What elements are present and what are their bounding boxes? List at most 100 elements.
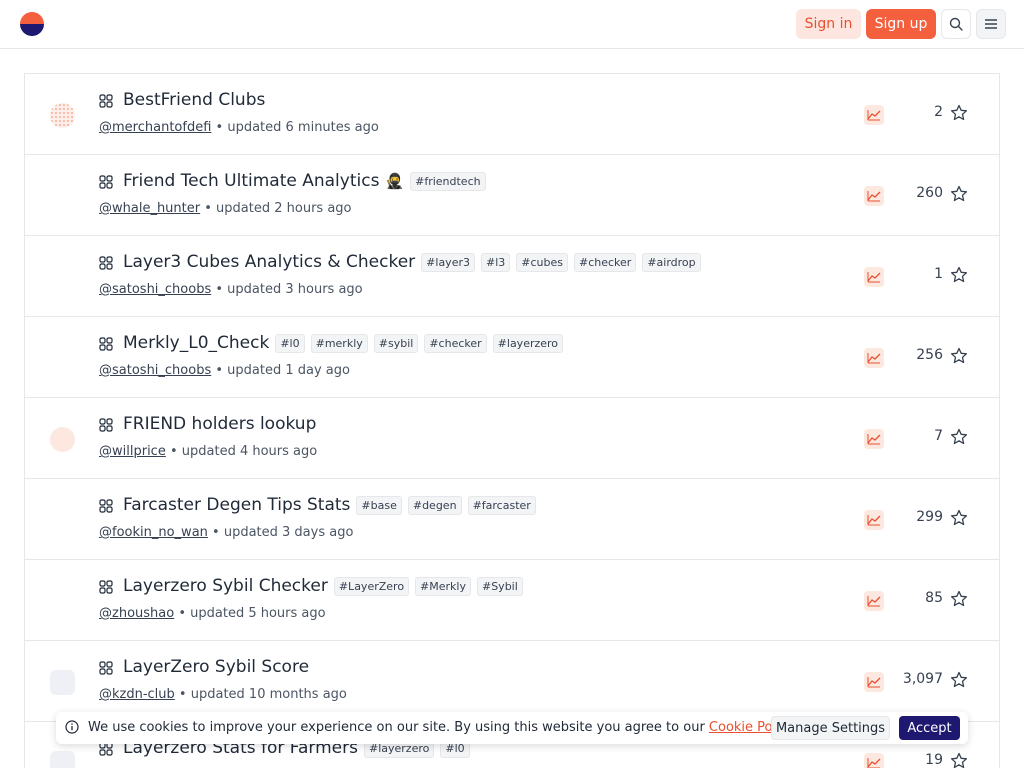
updated-time: • updated 3 days ago [207, 525, 354, 540]
tag-badge[interactable]: #checker [424, 333, 487, 353]
chart-button[interactable] [864, 591, 884, 611]
chart-button[interactable] [864, 105, 884, 125]
updated-time: • updated 3 hours ago [211, 282, 363, 297]
tag-badge[interactable]: #Merkly [415, 576, 471, 596]
dashboard-icon [99, 661, 113, 675]
updated-time: • updated 1 day ago [211, 363, 350, 378]
dashboard-title[interactable]: Farcaster Degen Tips Stats [123, 495, 350, 515]
dashboard-icon [99, 175, 113, 189]
updated-time: • updated 5 hours ago [174, 606, 326, 621]
trend-chart-icon [867, 353, 881, 364]
author-link[interactable]: @merchantofdefi [99, 120, 211, 135]
star-icon[interactable] [950, 347, 968, 365]
dashboard-title[interactable]: Friend Tech Ultimate Analytics [123, 171, 379, 191]
sign-in-button[interactable]: Sign in [796, 9, 861, 39]
dashboard-row[interactable]: Layerzero Sybil Checker #LayerZero #Merkly… [25, 560, 999, 641]
tag-badge[interactable]: #LayerZero [333, 576, 410, 596]
star-icon[interactable] [950, 185, 968, 203]
cookie-text: We use cookies to improve your experienc… [88, 720, 797, 735]
accept-cookies-button[interactable]: Accept [899, 716, 960, 740]
chart-button[interactable] [864, 672, 884, 692]
chart-button[interactable] [864, 267, 884, 287]
owner-avatar[interactable] [50, 103, 75, 128]
dashboard-row[interactable]: BestFriend Clubs @merchantofdefi • update… [25, 74, 999, 155]
owner-avatar[interactable] [50, 751, 75, 768]
row-meta: @kzdn-club • updated 10 months ago [99, 687, 347, 702]
dashboard-title[interactable]: Layer3 Cubes Analytics & Checker [123, 252, 415, 272]
title-line: FRIEND holders lookup [123, 412, 316, 436]
cookie-message: We use cookies to improve your experienc… [88, 720, 709, 735]
star-icon[interactable] [950, 752, 968, 768]
author-link[interactable]: @whale_hunter [99, 201, 200, 216]
owner-avatar[interactable] [50, 427, 75, 452]
search-button[interactable] [941, 9, 971, 39]
tag-badge[interactable]: #farcaster [467, 495, 536, 515]
author-link[interactable]: @willprice [99, 444, 166, 459]
star-icon[interactable] [950, 104, 968, 122]
title-line: LayerZero Sybil Score [123, 655, 309, 679]
trend-chart-icon [867, 272, 881, 283]
dashboard-icon [99, 580, 113, 594]
tag-badge[interactable]: #base [356, 495, 402, 515]
trend-chart-icon [867, 758, 881, 768]
star-count: 256 [916, 347, 943, 363]
cookie-banner: We use cookies to improve your experienc… [56, 712, 968, 744]
dashboard-title[interactable]: LayerZero Sybil Score [123, 657, 309, 677]
dashboard-row[interactable]: FRIEND holders lookup @willprice • update… [25, 398, 999, 479]
star-icon[interactable] [950, 509, 968, 527]
chart-button[interactable] [864, 348, 884, 368]
logo-bottom-half [20, 24, 44, 36]
tag-badge[interactable]: #airdrop [642, 252, 701, 272]
dashboard-title[interactable]: Layerzero Sybil Checker [123, 576, 328, 596]
trend-chart-icon [867, 515, 881, 526]
star-icon[interactable] [950, 266, 968, 284]
tag-badge[interactable]: #sybil [373, 333, 419, 353]
star-icon[interactable] [950, 428, 968, 446]
author-link[interactable]: @fookin_no_wan [99, 525, 208, 540]
star-icon[interactable] [950, 671, 968, 689]
dashboard-row[interactable]: Farcaster Degen Tips Stats #base #degen #fa… [25, 479, 999, 560]
dashboard-row[interactable]: Layer3 Cubes Analytics & Checker #layer3 #… [25, 236, 999, 317]
manage-settings-button[interactable]: Manage Settings [771, 716, 890, 740]
updated-time: • updated 4 hours ago [165, 444, 318, 459]
dashboard-title[interactable]: FRIEND holders lookup [123, 414, 316, 434]
author-link[interactable]: @satoshi_choobs [99, 282, 211, 297]
tag-badge[interactable]: #l0 [275, 333, 305, 353]
dashboard-icon [99, 94, 113, 108]
owner-avatar[interactable] [50, 670, 75, 695]
chart-button[interactable] [864, 429, 884, 449]
row-meta: @merchantofdefi • updated 6 minutes ago [99, 120, 379, 135]
trend-chart-icon [867, 677, 881, 688]
chart-button[interactable] [864, 510, 884, 530]
search-icon [949, 17, 963, 31]
dashboard-row[interactable]: Friend Tech Ultimate Analytics 🥷 #friendte… [25, 155, 999, 236]
star-icon[interactable] [950, 590, 968, 608]
dashboard-row[interactable]: Merkly_L0_Check #l0 #merkly #sybil #checker #… [25, 317, 999, 398]
tag-badge[interactable]: #degen [407, 495, 462, 515]
row-meta: @zhoushao • updated 5 hours ago [99, 606, 326, 621]
title-line: Merkly_L0_Check #l0 #merkly #sybil #checker #… [123, 331, 564, 355]
tag-badge[interactable]: #checker [573, 252, 637, 272]
trend-chart-icon [867, 110, 881, 121]
tag-badge[interactable]: #Sybil [476, 576, 523, 596]
chart-button[interactable] [864, 186, 884, 206]
author-link[interactable]: @kzdn-club [99, 687, 175, 702]
tag-badge[interactable]: #merkly [310, 333, 368, 353]
row-meta: @satoshi_choobs • updated 1 day ago [99, 363, 350, 378]
menu-button[interactable] [976, 9, 1006, 39]
author-link[interactable]: @zhoushao [99, 606, 174, 621]
logo[interactable] [20, 12, 44, 36]
tag-badge[interactable]: #layer3 [421, 252, 475, 272]
dashboard-row[interactable]: LayerZero Sybil Score @kzdn-club • update… [25, 641, 999, 722]
tag-badge[interactable]: #layerzero [492, 333, 564, 353]
author-link[interactable]: @satoshi_choobs [99, 363, 211, 378]
dashboard-title[interactable]: BestFriend Clubs [123, 90, 265, 110]
row-meta: @whale_hunter • updated 2 hours ago [99, 201, 352, 216]
tag-badge[interactable]: #friendtech [410, 171, 486, 191]
sign-up-button[interactable]: Sign up [866, 9, 936, 39]
tag-badge[interactable]: #cubes [516, 252, 568, 272]
title-line: Layerzero Sybil Checker #LayerZero #Merkly… [123, 574, 523, 598]
tag-badge[interactable]: #l3 [480, 252, 511, 272]
dashboard-title[interactable]: Merkly_L0_Check [123, 333, 269, 353]
chart-button[interactable] [864, 753, 884, 768]
